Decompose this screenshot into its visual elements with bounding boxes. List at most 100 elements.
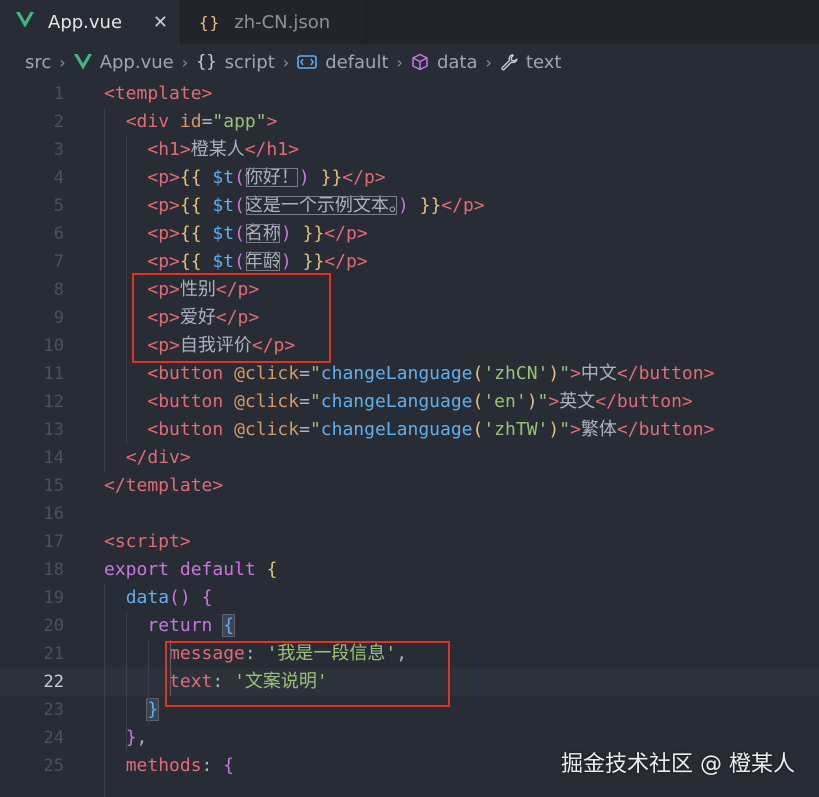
code-token: : [201, 755, 224, 776]
code-line[interactable]: 20 return { [0, 612, 819, 640]
code-token: changeLanguage [320, 419, 473, 440]
code-editor[interactable]: 25 methods: {24 }, 23 } 22 text: '文案说明' 21 … [0, 80, 819, 797]
code-token: <button [147, 363, 235, 384]
code-token: {{ [179, 223, 213, 244]
code-token: @click [234, 363, 300, 384]
code-line[interactable]: 18 export default { [0, 556, 819, 584]
tab-zh-cn-json[interactable]: {} zh-CN.json [181, 0, 367, 44]
breadcrumb-item-data[interactable]: data [411, 52, 477, 73]
code-content: return { [104, 612, 236, 640]
code-token: <p> [147, 167, 180, 188]
line-number: 4 [53, 168, 64, 188]
code-token: data [125, 587, 170, 608]
breadcrumb-label: script [224, 51, 275, 73]
code-token: " [309, 363, 321, 384]
code-token: ) [526, 391, 538, 412]
code-line[interactable]: 11 <button @click="changeLanguage('zhCN'… [0, 360, 819, 388]
breadcrumb-item-src[interactable]: src [25, 52, 51, 73]
code-line[interactable]: 3 <h1>橙某人</h1> [0, 136, 819, 164]
code-line[interactable]: 16 [0, 500, 819, 528]
tab-app-vue[interactable]: App.vue ✕ [0, 0, 181, 44]
code-token: </p> [251, 335, 296, 356]
code-token: </button> [616, 363, 715, 384]
code-token: ) [280, 251, 292, 272]
code-line[interactable]: 17 <script> [0, 528, 819, 556]
code-token: @click [234, 419, 300, 440]
line-number: 18 [43, 560, 64, 580]
code-token: 'zhTW' [483, 419, 549, 440]
line-number: 3 [53, 140, 64, 160]
code-content: <p>自我评价</p> [104, 332, 295, 360]
code-token: " [309, 419, 321, 440]
code-line[interactable]: 8 <p>性别</p> [0, 276, 819, 304]
code-token: '我是一段信息' [266, 643, 397, 664]
wrench-icon [500, 53, 518, 71]
code-line[interactable]: 4 <p>{{ $t(你好！) }}</p> [0, 164, 819, 192]
code-token: message [169, 643, 245, 664]
code-token: <p> [147, 279, 180, 300]
code-token: export default [104, 559, 267, 580]
code-token: <p> [147, 223, 180, 244]
code-token: 这是一个示例文本。 [244, 195, 398, 216]
code-token: 英文 [559, 391, 596, 412]
code-token: }} [291, 223, 325, 244]
code-line[interactable]: 1 <template> [0, 80, 819, 108]
line-number: 22 [43, 672, 64, 692]
indent-guide [148, 640, 149, 724]
code-token: " [559, 363, 571, 384]
code-line[interactable]: 22 text: '文案说明' [0, 668, 819, 696]
breadcrumb-item-text[interactable]: text [500, 51, 562, 73]
line-number: 21 [43, 644, 64, 664]
code-content: </template> [104, 472, 223, 500]
code-token: 性别 [179, 279, 216, 300]
code-line[interactable]: 2 <div id="app"> [0, 108, 819, 136]
code-token: changeLanguage [320, 391, 473, 412]
code-line[interactable]: 6 <p>{{ $t(名称) }}</p> [0, 220, 819, 248]
code-line[interactable]: 9 <p>爱好</p> [0, 304, 819, 332]
module-icon [297, 54, 317, 70]
indent-guide [126, 136, 127, 444]
code-line[interactable]: 10 <p>自我评价</p> [0, 332, 819, 360]
code-token: "app" [212, 111, 267, 132]
code-token: { [222, 614, 236, 637]
code-line[interactable]: 14 </div> [0, 444, 819, 472]
breadcrumb-item-default[interactable]: default [297, 52, 389, 73]
code-line[interactable]: 7 <p>{{ $t(年龄) }}</p> [0, 248, 819, 276]
code-token: : [244, 643, 267, 664]
code-token: {{ [179, 167, 213, 188]
code-content: <script> [104, 528, 191, 556]
code-token: $t [212, 195, 235, 216]
chevron-right-icon: › [59, 52, 66, 72]
code-token: }} [291, 251, 325, 272]
breadcrumb-item-script[interactable]: {} script [196, 52, 275, 73]
close-icon[interactable]: ✕ [153, 12, 168, 33]
code-token: return [147, 615, 224, 636]
code-content: <p>{{ $t(年龄) }}</p> [104, 248, 367, 276]
line-number: 1 [53, 84, 64, 104]
breadcrumb-label: text [525, 51, 562, 73]
code-token: ( [472, 391, 484, 412]
code-line[interactable]: 13 <button @click="changeLanguage('zhTW'… [0, 416, 819, 444]
code-line[interactable]: 23 } [0, 696, 819, 724]
breadcrumb-item-app-vue[interactable]: App.vue [73, 52, 174, 73]
line-number: 7 [53, 252, 64, 272]
indent-guide [126, 612, 127, 752]
code-content: export default { [104, 556, 277, 584]
breadcrumb: src › App.vue › {} script › default › da… [0, 44, 819, 80]
code-token: <p> [147, 251, 180, 272]
line-number: 17 [43, 532, 64, 552]
code-token: 橙某人 [190, 139, 245, 160]
code-line[interactable]: 19 data() { [0, 584, 819, 612]
code-line[interactable]: 15 </template> [0, 472, 819, 500]
code-token: $t [212, 251, 235, 272]
code-token: > [548, 391, 560, 412]
code-line[interactable]: 21 message: '我是一段信息', [0, 640, 819, 668]
code-line[interactable]: 5 <p>{{ $t(这是一个示例文本。) }}</p> [0, 192, 819, 220]
line-number: 16 [43, 504, 64, 524]
indent-guide [104, 108, 105, 472]
code-line[interactable]: 12 <button @click="changeLanguage('en')"… [0, 388, 819, 416]
code-token: @click [234, 391, 300, 412]
code-token: { [223, 755, 235, 776]
code-content: <p>{{ $t(你好！) }}</p> [104, 164, 385, 192]
